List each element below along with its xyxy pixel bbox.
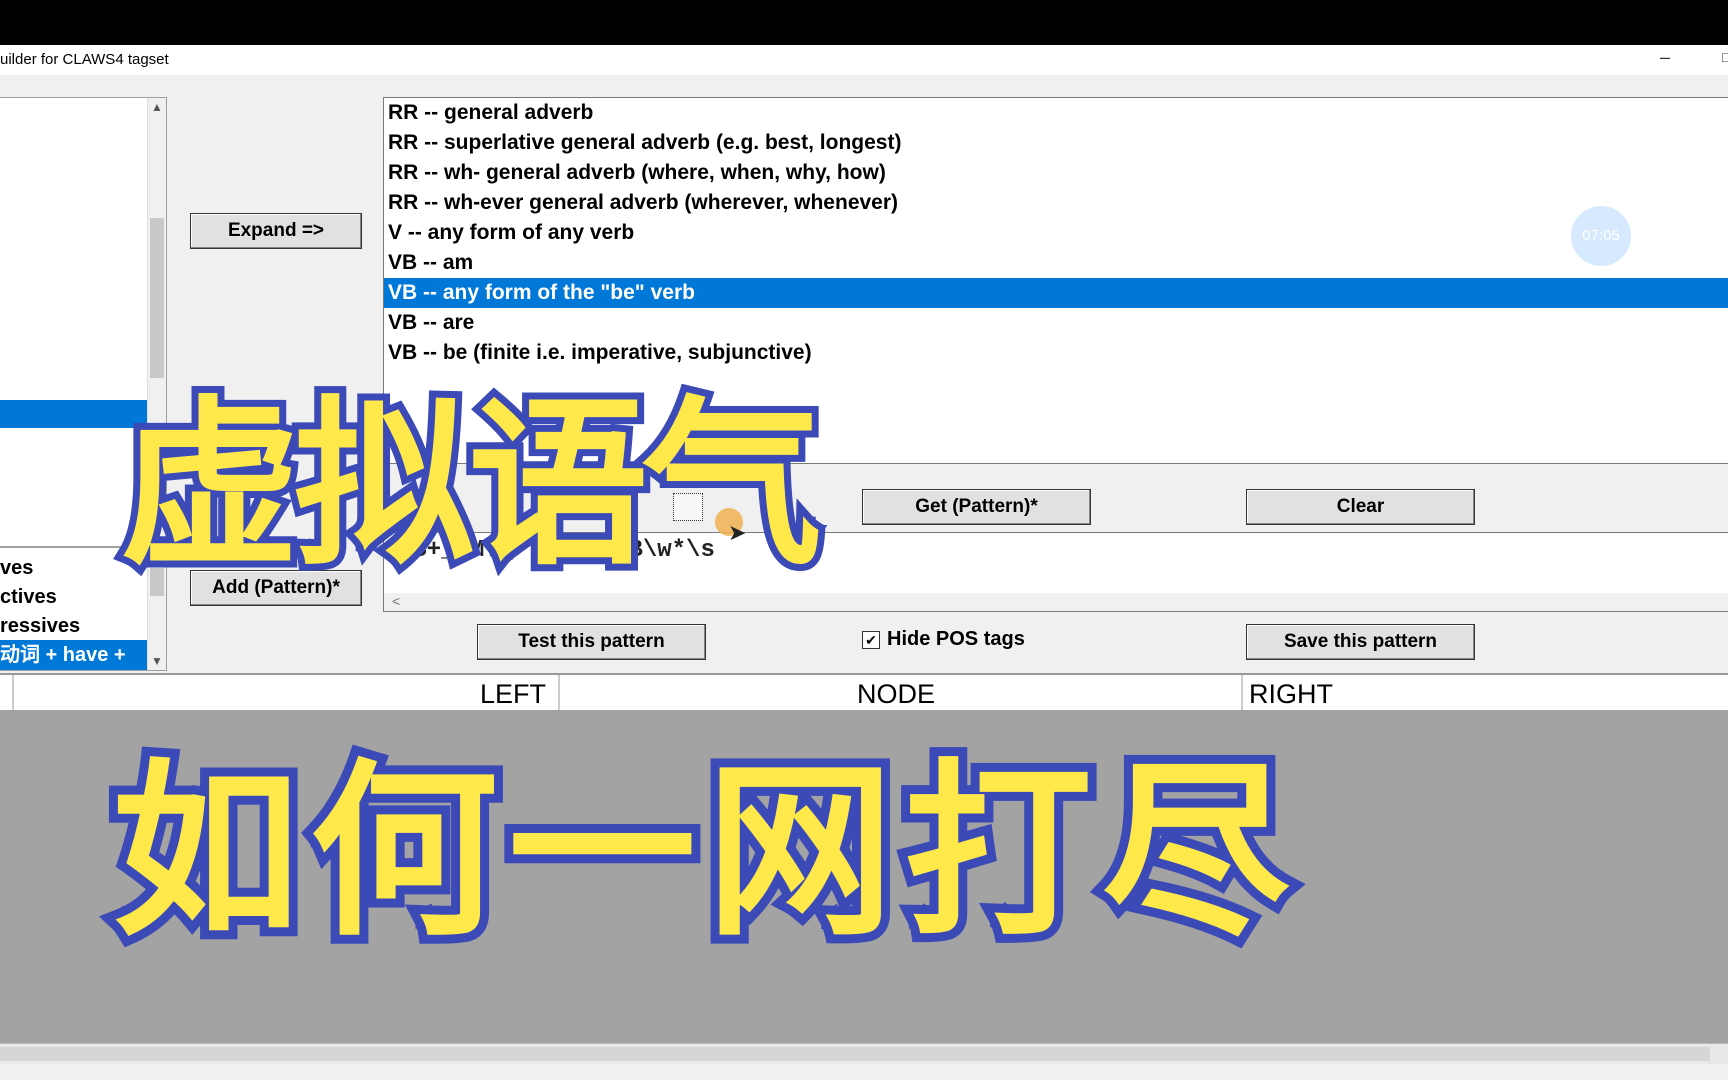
expand-button[interactable]: Expand =>	[190, 213, 362, 249]
tag-list-item-selected[interactable]: VB -- any form of the "be" verb	[384, 278, 1728, 308]
tag-list-item[interactable]: RR -- general adverb	[384, 98, 1728, 128]
tag-list-item[interactable]: VB -- are	[384, 308, 1728, 338]
overlay-subtitle: 如何一网打尽	[103, 734, 1300, 971]
column-divider[interactable]	[12, 675, 14, 711]
title-bar: uilder for CLAWS4 tagset – □	[0, 45, 1728, 75]
test-pattern-button[interactable]: Test this pattern	[477, 624, 706, 660]
list-item-selected[interactable]: 动词 + have +	[0, 640, 148, 670]
list-item[interactable]: ressives	[0, 611, 148, 641]
overlay-title: 虚拟语气	[113, 374, 829, 597]
hide-pos-tags-label: Hide POS tags	[887, 628, 1025, 650]
tag-list-item[interactable]: V -- any form of any verb	[384, 218, 1728, 248]
scroll-down-icon[interactable]: ▼	[151, 654, 163, 668]
window-title: uilder for CLAWS4 tagset	[0, 51, 169, 68]
top-black-bar	[0, 0, 1728, 45]
scrollbar-thumb[interactable]	[0, 1047, 1710, 1061]
maximize-button[interactable]: □	[1722, 49, 1728, 65]
minimize-button[interactable]: –	[1660, 47, 1670, 68]
tag-list-item[interactable]: VB -- am	[384, 248, 1728, 278]
get-pattern-button[interactable]: Get (Pattern)*	[862, 489, 1091, 525]
hide-pos-tags-checkbox[interactable]: ✔	[862, 631, 880, 649]
save-pattern-button[interactable]: Save this pattern	[1246, 624, 1475, 660]
timer-badge: 07:05	[1571, 206, 1631, 266]
tag-list-item[interactable]: RR -- wh-ever general adverb (wherever, …	[384, 188, 1728, 218]
results-horizontal-scrollbar[interactable]	[0, 1043, 1728, 1064]
tag-list-item[interactable]: RR -- wh- general adverb (where, when, w…	[384, 158, 1728, 188]
clear-button[interactable]: Clear	[1246, 489, 1475, 525]
scroll-up-icon[interactable]: ▲	[151, 100, 163, 114]
tag-list-item[interactable]: RR -- superlative general adverb (e.g. b…	[384, 128, 1728, 158]
